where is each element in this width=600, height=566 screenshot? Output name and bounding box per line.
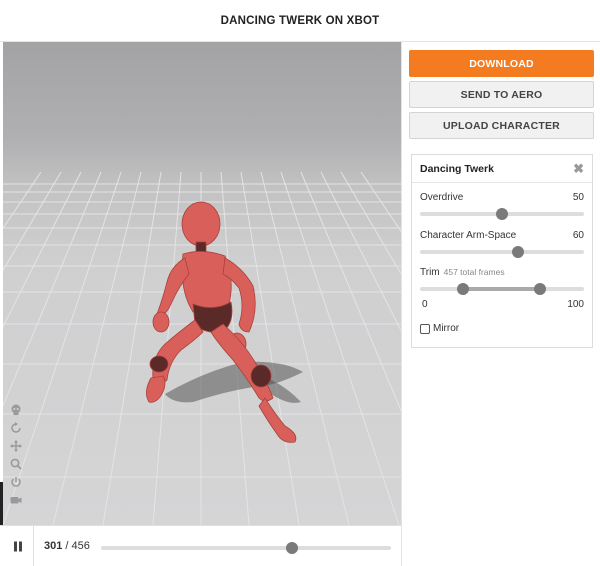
- character-xbot[interactable]: [146, 201, 297, 443]
- pause-icon: [14, 541, 22, 552]
- overdrive-label: Overdrive: [420, 192, 464, 203]
- timeline-scrubber[interactable]: [101, 542, 391, 554]
- trim-label: Trim: [420, 267, 440, 278]
- power-icon[interactable]: [9, 474, 23, 490]
- scene-canvas[interactable]: [3, 42, 401, 525]
- trim-slider[interactable]: [420, 283, 584, 295]
- header: DANCING TWERK ON XBOT: [0, 0, 600, 42]
- page-title: DANCING TWERK ON XBOT: [220, 14, 380, 27]
- current-frame: 301: [44, 540, 63, 552]
- send-to-aero-button[interactable]: SEND TO AERO: [409, 81, 594, 108]
- rotate-icon[interactable]: [9, 420, 23, 436]
- 3d-viewport[interactable]: [3, 42, 401, 525]
- arm-space-slider[interactable]: [420, 246, 584, 258]
- arm-space-value: 60: [572, 230, 584, 241]
- pause-button[interactable]: [3, 526, 34, 566]
- mirror-checkbox[interactable]: [420, 323, 430, 334]
- upload-character-button[interactable]: UPLOAD CHARACTER: [409, 112, 594, 139]
- app: DANCING TWERK ON XBOT 301 / 456 DOWNLOAD…: [0, 0, 600, 566]
- timeline-bar: 301 / 456: [0, 525, 401, 566]
- arm-space-label: Character Arm-Space: [420, 230, 517, 241]
- trim-total-frames: 457 total frames: [443, 267, 505, 277]
- character-shadow: [165, 361, 303, 403]
- arm-space-thumb[interactable]: [512, 246, 525, 258]
- card-header: Dancing Twerk ✖: [412, 155, 592, 183]
- download-button[interactable]: DOWNLOAD: [409, 50, 594, 77]
- trim-start-value: 0: [422, 299, 428, 310]
- viewport-toolbar: [9, 402, 23, 508]
- trim-start-thumb[interactable]: [456, 283, 469, 295]
- trim-end-value: 100: [567, 299, 584, 310]
- move-icon[interactable]: [9, 438, 23, 454]
- close-icon[interactable]: ✖: [573, 161, 584, 177]
- mirror-label: Mirror: [433, 323, 460, 334]
- overdrive-thumb[interactable]: [496, 208, 508, 220]
- overdrive-slider[interactable]: [420, 208, 584, 220]
- frame-counter: 301 / 456: [44, 540, 90, 552]
- frame-separator: /: [62, 540, 72, 552]
- total-frames: 456: [71, 540, 90, 552]
- side-panel: DOWNLOAD SEND TO AERO UPLOAD CHARACTER D…: [401, 42, 600, 566]
- skull-icon[interactable]: [9, 402, 23, 418]
- trim-range-fill: [462, 287, 540, 291]
- zoom-icon[interactable]: [9, 456, 23, 472]
- camera-icon[interactable]: [9, 492, 23, 508]
- overdrive-value: 50: [572, 192, 584, 203]
- mirror-toggle[interactable]: Mirror: [420, 323, 459, 334]
- animation-title: Dancing Twerk: [420, 162, 494, 175]
- trim-end-thumb[interactable]: [533, 283, 546, 295]
- timeline-thumb[interactable]: [286, 542, 299, 554]
- left-edge-tab: [0, 482, 3, 526]
- animation-settings-card: Dancing Twerk ✖ Overdrive 50 Character A…: [411, 154, 593, 348]
